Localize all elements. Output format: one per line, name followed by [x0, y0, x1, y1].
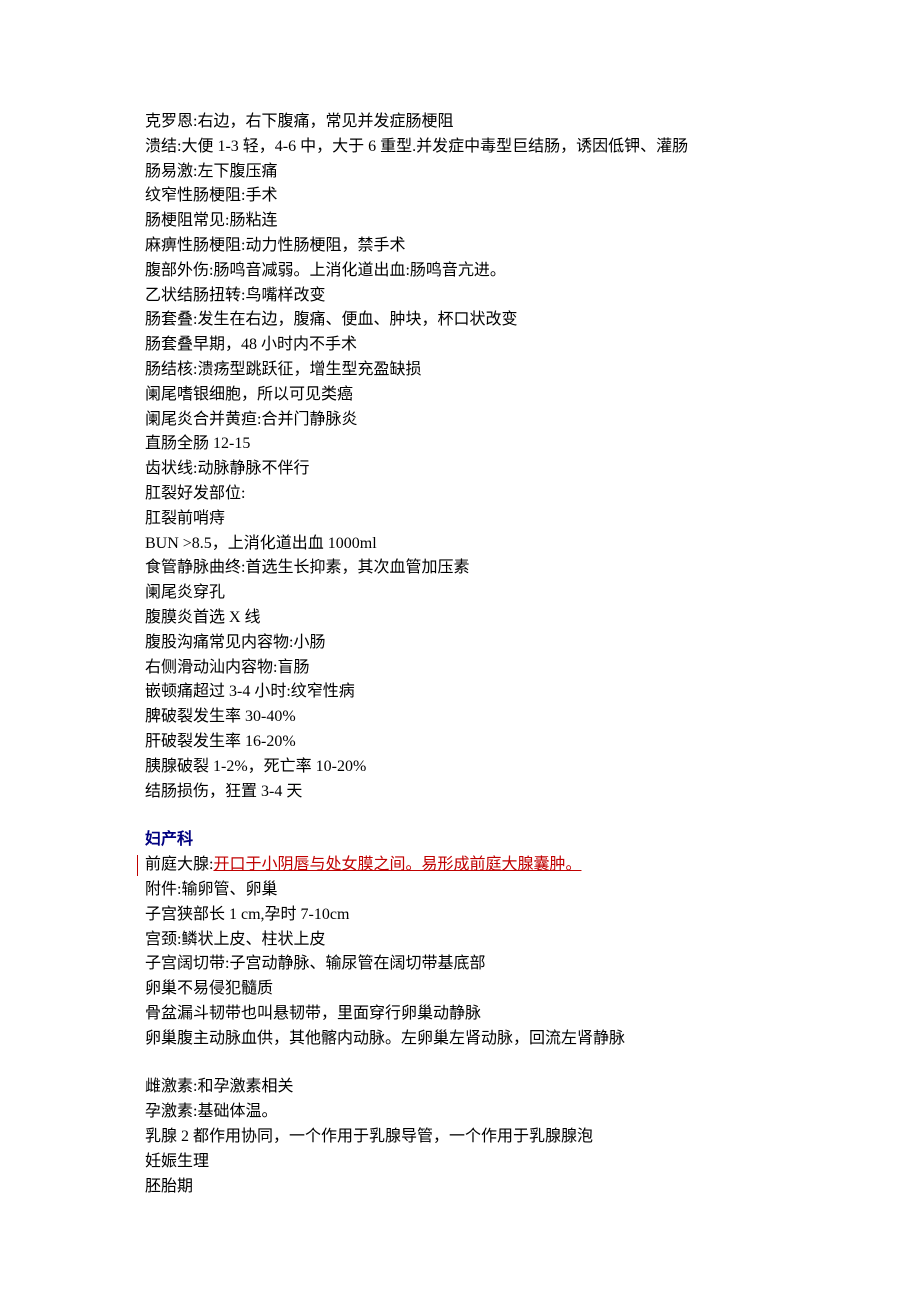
section2_rest-line: 子宫阔切带:子宫动静脉、输尿管在阔切带基底部 — [145, 952, 775, 977]
section-title-obgyn: 妇产科 — [145, 828, 775, 853]
section2_rest-line: 子宫狭部长 1 cm,孕时 7-10cm — [145, 903, 775, 928]
section1-line: 肠套叠:发生在右边，腹痛、便血、肿块，杯口状改变 — [145, 308, 775, 333]
section1-line: 腹部外伤:肠鸣音减弱。上消化道出血:肠鸣音亢进。 — [145, 259, 775, 284]
section1-line: 阑尾炎合并黄疸:合并门静脉炎 — [145, 408, 775, 433]
section2_rest-line: 卵巢腹主动脉血供，其他髂内动脉。左卵巢左肾动脉，回流左肾静脉 — [145, 1027, 775, 1052]
section2_rest-line: 卵巢不易侵犯髓质 — [145, 977, 775, 1002]
section1-line: 阑尾炎穿孔 — [145, 581, 775, 606]
section1-line: 食管静脉曲终:首选生长抑素，其次血管加压素 — [145, 556, 775, 581]
section1-line: 肛裂好发部位: — [145, 482, 775, 507]
section1-line: 溃结:大便 1-3 轻，4-6 中，大于 6 重型.并发症中毒型巨结肠，诱因低钾… — [145, 135, 775, 160]
section1-line: BUN >8.5，上消化道出血 1000ml — [145, 532, 775, 557]
section1-line: 麻痹性肠梗阻:动力性肠梗阻，禁手术 — [145, 234, 775, 259]
section1-line: 肠易激:左下腹压痛 — [145, 160, 775, 185]
section2_rest-line: 骨盆漏斗韧带也叫悬韧带，里面穿行卵巢动静脉 — [145, 1002, 775, 1027]
section1-line: 乙状结肠扭转:鸟嘴样改变 — [145, 284, 775, 309]
section1-line: 直肠全肠 12-15 — [145, 432, 775, 457]
section1-line: 右侧滑动汕内容物:盲肠 — [145, 656, 775, 681]
section1-line: 腹股沟痛常见内容物:小肠 — [145, 631, 775, 656]
vestibular-gland-prefix: 前庭大腺: — [145, 856, 213, 873]
section1-line: 脾破裂发生率 30-40% — [145, 705, 775, 730]
vestibular-gland-highlight: 开口于小阴唇与处女膜之间。易形成前庭大腺囊肿。 — [213, 856, 581, 873]
vestibular-gland-line: 前庭大腺:开口于小阴唇与处女膜之间。易形成前庭大腺囊肿。 — [145, 853, 775, 878]
section1-line: 结肠损伤，狂置 3-4 天 — [145, 780, 775, 805]
section1-line: 阑尾嗜银细胞，所以可见类癌 — [145, 383, 775, 408]
section1-line: 肝破裂发生率 16-20% — [145, 730, 775, 755]
section1-line: 纹窄性肠梗阻:手术 — [145, 184, 775, 209]
section1-line: 腹膜炎首选 X 线 — [145, 606, 775, 631]
section3-line: 胚胎期 — [145, 1175, 775, 1200]
section3-line: 孕激素:基础体温。 — [145, 1100, 775, 1125]
section2_rest-line: 宫颈:鳞状上皮、柱状上皮 — [145, 928, 775, 953]
section1-line: 肠梗阻常见:肠粘连 — [145, 209, 775, 234]
section1-line: 肠套叠早期，48 小时内不手术 — [145, 333, 775, 358]
section1-line: 肛裂前哨痔 — [145, 507, 775, 532]
section3-line: 妊娠生理 — [145, 1150, 775, 1175]
section2_rest-line: 附件:输卵管、卵巢 — [145, 878, 775, 903]
section1-line: 齿状线:动脉静脉不伴行 — [145, 457, 775, 482]
section1-line: 嵌顿痛超过 3-4 小时:纹窄性病 — [145, 680, 775, 705]
section1-line: 肠结核:溃疡型跳跃征，增生型充盈缺损 — [145, 358, 775, 383]
section1-line: 克罗恩:右边，右下腹痛，常见并发症肠梗阻 — [145, 110, 775, 135]
section3-line: 乳腺 2 都作用协同，一个作用于乳腺导管，一个作用于乳腺腺泡 — [145, 1125, 775, 1150]
section3-line: 雌激素:和孕激素相关 — [145, 1075, 775, 1100]
section1-line: 胰腺破裂 1-2%，死亡率 10-20% — [145, 755, 775, 780]
